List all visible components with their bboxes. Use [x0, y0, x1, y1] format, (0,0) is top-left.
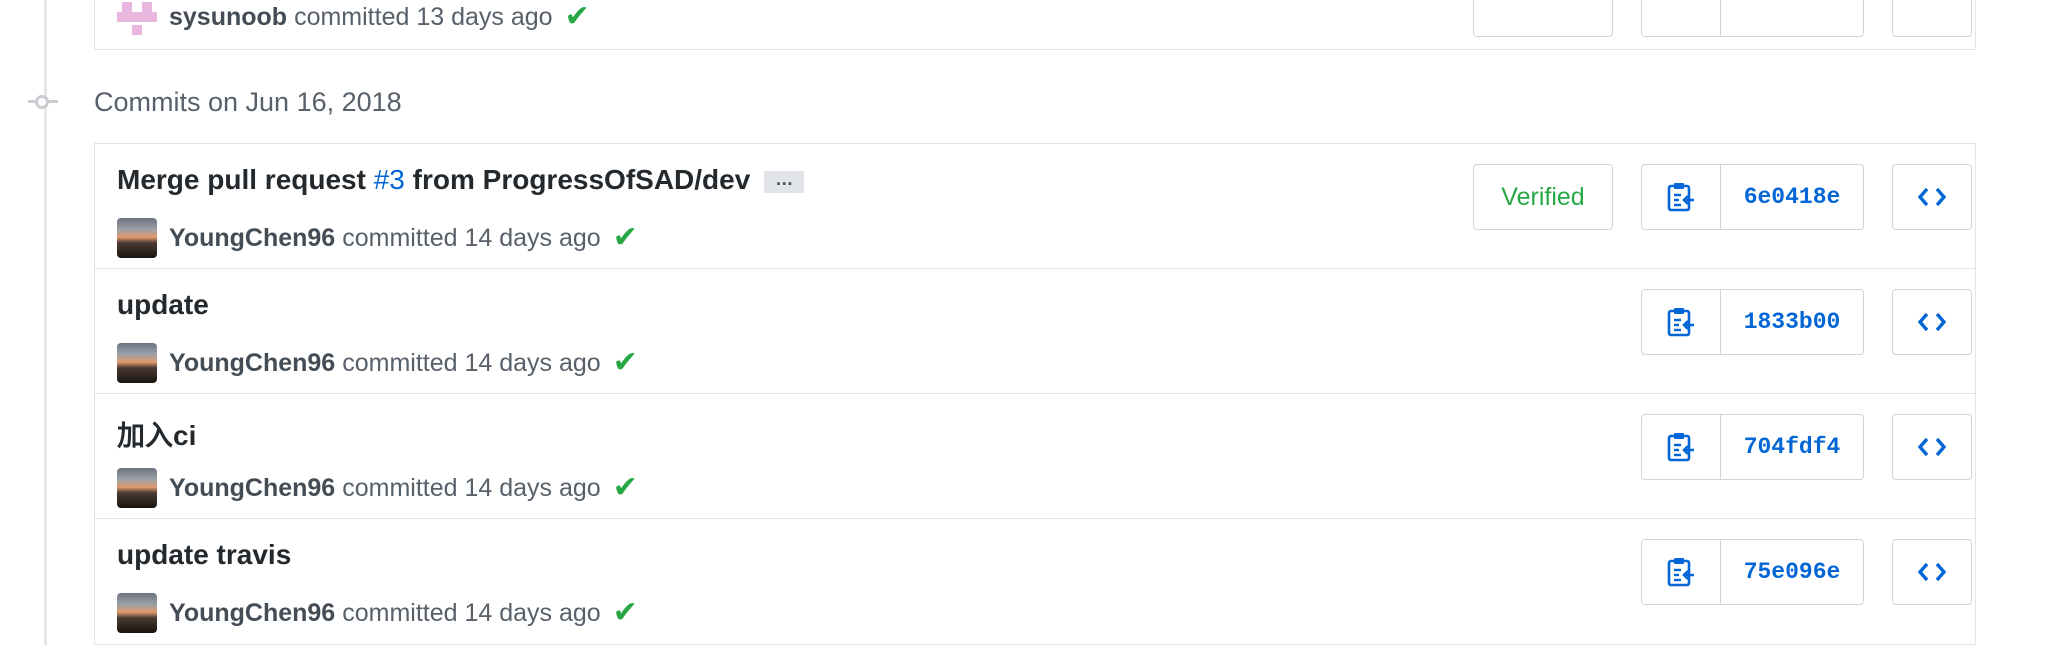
sha-link[interactable]: 1833b00	[1721, 290, 1863, 354]
check-icon[interactable]: ✔	[613, 598, 638, 628]
avatar[interactable]	[117, 468, 157, 508]
commit-meta: YoungChen96 committed 14 days ago ✔	[117, 468, 638, 508]
expand-message-button[interactable]: …	[764, 170, 805, 193]
browse-repo-button[interactable]	[1892, 164, 1972, 230]
commit-list: Merge pull request #3 from ProgressOfSAD…	[94, 143, 1976, 645]
verified-badge[interactable]	[1473, 0, 1613, 37]
commit-message[interactable]: update	[117, 289, 209, 321]
commit-message[interactable]: 加入ci	[117, 414, 196, 454]
commit-time: committed 13 days ago	[294, 2, 553, 31]
code-brackets-icon	[1917, 312, 1947, 332]
code-brackets-icon	[1917, 187, 1947, 207]
sha-button-group: 1833b00	[1641, 289, 1864, 355]
commit-time: committed 14 days ago	[342, 223, 601, 252]
clipboard-copy-icon	[1667, 183, 1694, 212]
copy-sha-button[interactable]	[1642, 540, 1721, 604]
commit-time: committed 14 days ago	[342, 348, 601, 377]
clipboard-copy-icon	[1667, 433, 1694, 462]
sha-button-group: 704fdf4	[1641, 414, 1864, 480]
sha-button-group: 6e0418e	[1641, 164, 1864, 230]
commit-author[interactable]: sysunoob	[169, 3, 287, 32]
commit-meta: YoungChen96 committed 14 days ago ✔	[117, 343, 638, 383]
check-icon[interactable]: ✔	[613, 473, 638, 503]
commit-message-suffix[interactable]: from ProgressOfSAD/dev	[405, 164, 751, 195]
commit-time: committed 14 days ago	[342, 598, 601, 627]
commit-meta: YoungChen96 committed 14 days ago ✔	[117, 593, 638, 633]
avatar[interactable]	[117, 343, 157, 383]
sha-link[interactable]: 704fdf4	[1721, 415, 1863, 479]
check-icon[interactable]: ✔	[613, 223, 638, 253]
commit-time: committed 14 days ago	[342, 473, 601, 502]
sha-link[interactable]	[1721, 0, 1863, 36]
timeline-node	[35, 95, 49, 109]
copy-sha-button[interactable]	[1642, 165, 1721, 229]
code-brackets-icon	[1917, 562, 1947, 582]
commit-row: 加入ci YoungChen96 committed 14 days ago ✔…	[95, 394, 1975, 519]
browse-repo-button[interactable]	[1892, 539, 1972, 605]
commit-author[interactable]: YoungChen96	[169, 349, 335, 378]
commit-author[interactable]: YoungChen96	[169, 224, 335, 253]
commit-author[interactable]: YoungChen96	[169, 474, 335, 503]
avatar[interactable]	[117, 218, 157, 258]
commit-author[interactable]: YoungChen96	[169, 599, 335, 628]
commit-row: update YoungChen96 committed 14 days ago…	[95, 269, 1975, 394]
check-icon[interactable]: ✔	[613, 348, 638, 378]
clipboard-copy-icon	[1667, 308, 1694, 337]
check-icon[interactable]: ✔	[565, 2, 590, 32]
code-brackets-icon	[1917, 437, 1947, 457]
sha-link[interactable]: 75e096e	[1721, 540, 1863, 604]
identicon-avatar[interactable]	[117, 0, 157, 37]
sha-link[interactable]: 6e0418e	[1721, 165, 1863, 229]
browse-repo-button[interactable]	[1892, 0, 1972, 37]
copy-sha-button[interactable]	[1642, 415, 1721, 479]
commit-message-prefix[interactable]: Merge pull request	[117, 164, 374, 195]
browse-repo-button[interactable]	[1892, 289, 1972, 355]
browse-repo-button[interactable]	[1892, 414, 1972, 480]
copy-sha-button[interactable]	[1642, 290, 1721, 354]
previous-commit-card: sysunoob committed 13 days ago ✔	[94, 0, 1976, 50]
commit-message[interactable]: Merge pull request #3 from ProgressOfSAD…	[117, 164, 805, 196]
commit-meta: YoungChen96 committed 14 days ago ✔	[117, 218, 638, 258]
commit-row: update travis YoungChen96 committed 14 d…	[95, 519, 1975, 644]
commit-group-title: Commits on Jun 16, 2018	[94, 87, 402, 117]
copy-sha-button[interactable]	[1642, 0, 1721, 36]
sha-button-group: 75e096e	[1641, 539, 1864, 605]
verified-badge[interactable]: Verified	[1473, 164, 1613, 230]
sha-button-group	[1641, 0, 1864, 37]
commit-message[interactable]: update travis	[117, 539, 291, 571]
pull-request-link[interactable]: #3	[374, 164, 405, 195]
avatar[interactable]	[117, 593, 157, 633]
commit-meta: sysunoob committed 13 days ago ✔	[117, 0, 590, 37]
clipboard-copy-icon	[1667, 558, 1694, 587]
commit-row: Merge pull request #3 from ProgressOfSAD…	[95, 144, 1975, 269]
